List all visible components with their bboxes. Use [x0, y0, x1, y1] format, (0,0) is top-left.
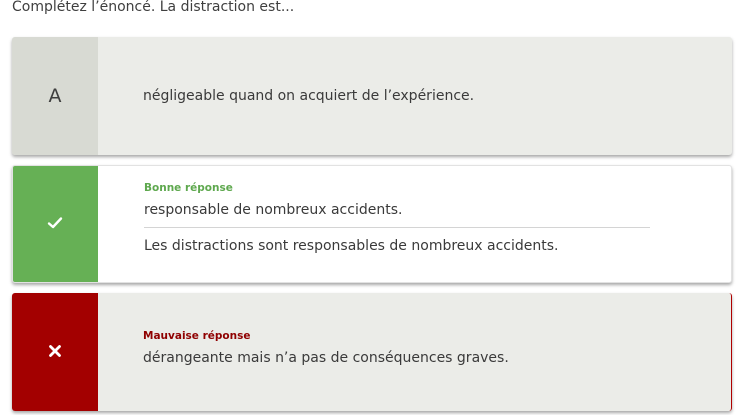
- option-letter: A: [48, 85, 62, 107]
- option-text: dérangeante mais n’a pas de conséquences…: [143, 350, 509, 366]
- quiz-page: Complétez l’énoncé. La distraction est..…: [0, 0, 745, 415]
- option-text: responsable de nombreux accidents.: [144, 202, 403, 218]
- divider: [144, 227, 650, 228]
- option-marker: [13, 166, 98, 282]
- option-content: Bonne réponse responsable de nombreux ac…: [144, 181, 651, 255]
- wrong-answer-label: Mauvaise réponse: [143, 330, 251, 342]
- answer-explanation: Les distractions sont responsables de no…: [144, 238, 559, 254]
- option-marker: [12, 293, 98, 411]
- correct-answer-label: Bonne réponse: [144, 182, 233, 194]
- answer-option-wrong[interactable]: Mauvaise réponse dérangeante mais n’a pa…: [12, 293, 732, 411]
- question-text: Complétez l’énoncé. La distraction est..…: [12, 0, 295, 15]
- option-content: négligeable quand on acquiert de l’expér…: [143, 87, 652, 105]
- cross-icon: [48, 342, 62, 363]
- option-content: Mauvaise réponse dérangeante mais n’a pa…: [143, 329, 651, 367]
- answer-option-a[interactable]: A négligeable quand on acquiert de l’exp…: [12, 37, 732, 155]
- check-icon: [47, 214, 63, 235]
- answer-option-correct[interactable]: Bonne réponse responsable de nombreux ac…: [12, 165, 732, 283]
- option-text: négligeable quand on acquiert de l’expér…: [143, 88, 475, 104]
- option-marker: A: [12, 37, 98, 155]
